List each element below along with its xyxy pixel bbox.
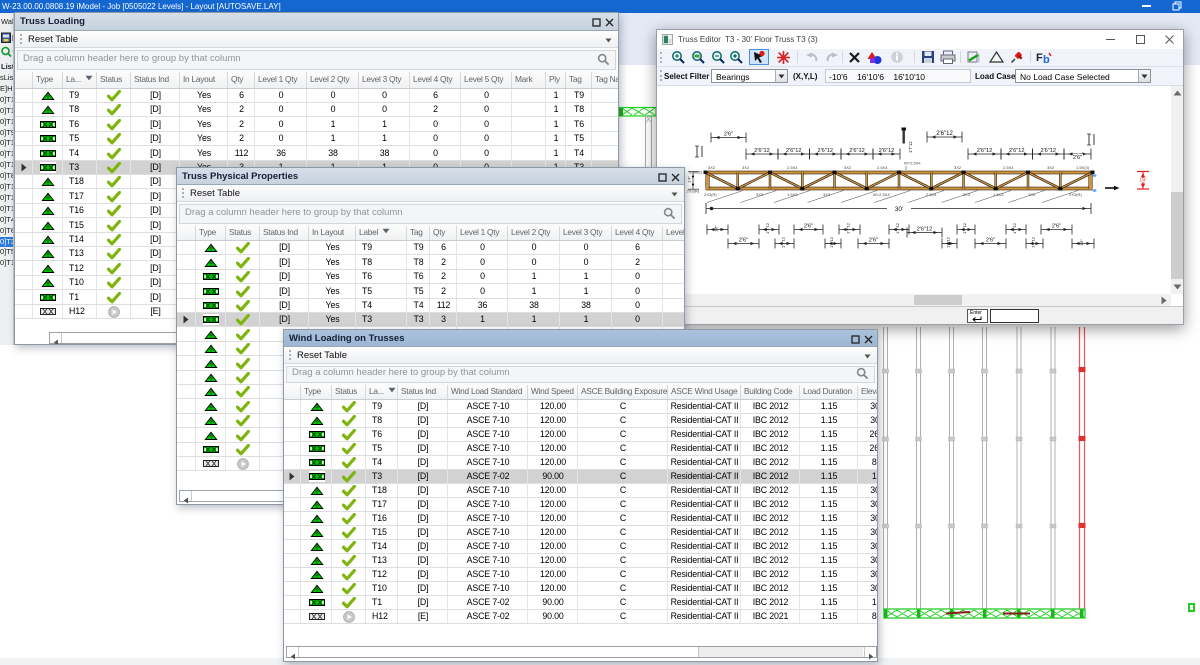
svg-text:2'6"12: 2'6"12 xyxy=(818,148,834,154)
svg-text:30': 30' xyxy=(895,206,903,213)
svg-text:2'6"12: 2'6"12 xyxy=(936,131,953,137)
svg-text:2'6"12: 2'6"12 xyxy=(786,148,802,154)
svg-text:F: F xyxy=(1036,52,1043,64)
svg-text:W=2.5X4: W=2.5X4 xyxy=(873,192,890,197)
svg-text:b: b xyxy=(1043,54,1050,64)
svg-text:3X3: 3X3 xyxy=(963,192,971,197)
svg-text:1'6": 1'6" xyxy=(714,225,719,232)
svg-text:2'6"12: 2'6"12 xyxy=(917,226,933,232)
svg-text:3X3: 3X3 xyxy=(756,192,764,197)
svg-text:1'7"12: 1'7"12 xyxy=(895,222,900,234)
svg-text:1'7"12: 1'7"12 xyxy=(829,236,834,248)
svg-text:2.5X4: 2.5X4 xyxy=(926,192,937,197)
svg-text:1'7"12: 1'7"12 xyxy=(908,141,913,153)
svg-text:2'6"12: 2'6"12 xyxy=(879,148,895,154)
svg-text:2'6"12: 2'6"12 xyxy=(1009,148,1025,154)
svg-text:2'6": 2'6" xyxy=(724,132,733,138)
svg-text:3X2: 3X2 xyxy=(742,165,750,170)
svg-text:3X3: 3X3 xyxy=(1028,192,1036,197)
svg-text:1'4": 1'4" xyxy=(687,176,692,183)
svg-text:2.5X4: 2.5X4 xyxy=(787,165,798,170)
svg-text:1'7"12: 1'7"12 xyxy=(765,222,770,234)
svg-text:1.5X(3): 1.5X(3) xyxy=(1076,165,1090,170)
svg-text:1.5X3: 1.5X3 xyxy=(787,192,798,197)
svg-text:2'6"12: 2'6"12 xyxy=(977,148,993,154)
svg-text:2.5X4: 2.5X4 xyxy=(1003,165,1014,170)
svg-text:3X2: 3X2 xyxy=(844,165,852,170)
svg-text:2'6": 2'6" xyxy=(869,238,878,244)
svg-text:3X2: 3X2 xyxy=(708,165,716,170)
svg-text:2.5X4: 2.5X4 xyxy=(877,165,888,170)
svg-text:1'7"12: 1'7"12 xyxy=(1012,222,1017,234)
svg-text:1'6": 1'6" xyxy=(1079,239,1084,246)
svg-text:3X2: 3X2 xyxy=(954,165,962,170)
svg-text:W=2.5X4: W=2.5X4 xyxy=(904,161,921,166)
svg-text:1/4": 1/4" xyxy=(1139,178,1147,183)
svg-text:2'6": 2'6" xyxy=(986,238,995,244)
svg-text:2X3(R): 2X3(R) xyxy=(1069,192,1082,197)
svg-text:2'6": 2'6" xyxy=(739,238,748,244)
svg-text:2X3(R): 2X3(R) xyxy=(704,192,717,197)
svg-text:3X3: 3X3 xyxy=(823,192,831,197)
svg-text:1'7"12: 1'7"12 xyxy=(846,222,851,234)
svg-text:1'7"12: 1'7"12 xyxy=(962,222,967,234)
svg-text:1'7"12: 1'7"12 xyxy=(781,236,786,248)
svg-text:2'6"12: 2'6"12 xyxy=(849,148,865,154)
svg-text:1'7"12: 1'7"12 xyxy=(1031,236,1036,248)
svg-text:2'6": 2'6" xyxy=(1052,224,1061,230)
svg-text:2'6": 2'6" xyxy=(1073,155,1082,161)
svg-text:2'6": 2'6" xyxy=(804,224,813,230)
svg-text:2'6"12: 2'6"12 xyxy=(754,148,770,154)
svg-text:2'6"12: 2'6"12 xyxy=(1041,148,1057,154)
svg-text:1.5X3: 1.5X3 xyxy=(993,192,1004,197)
svg-text:1'7"12: 1'7"12 xyxy=(946,236,951,248)
svg-text:3X2: 3X2 xyxy=(1047,165,1055,170)
